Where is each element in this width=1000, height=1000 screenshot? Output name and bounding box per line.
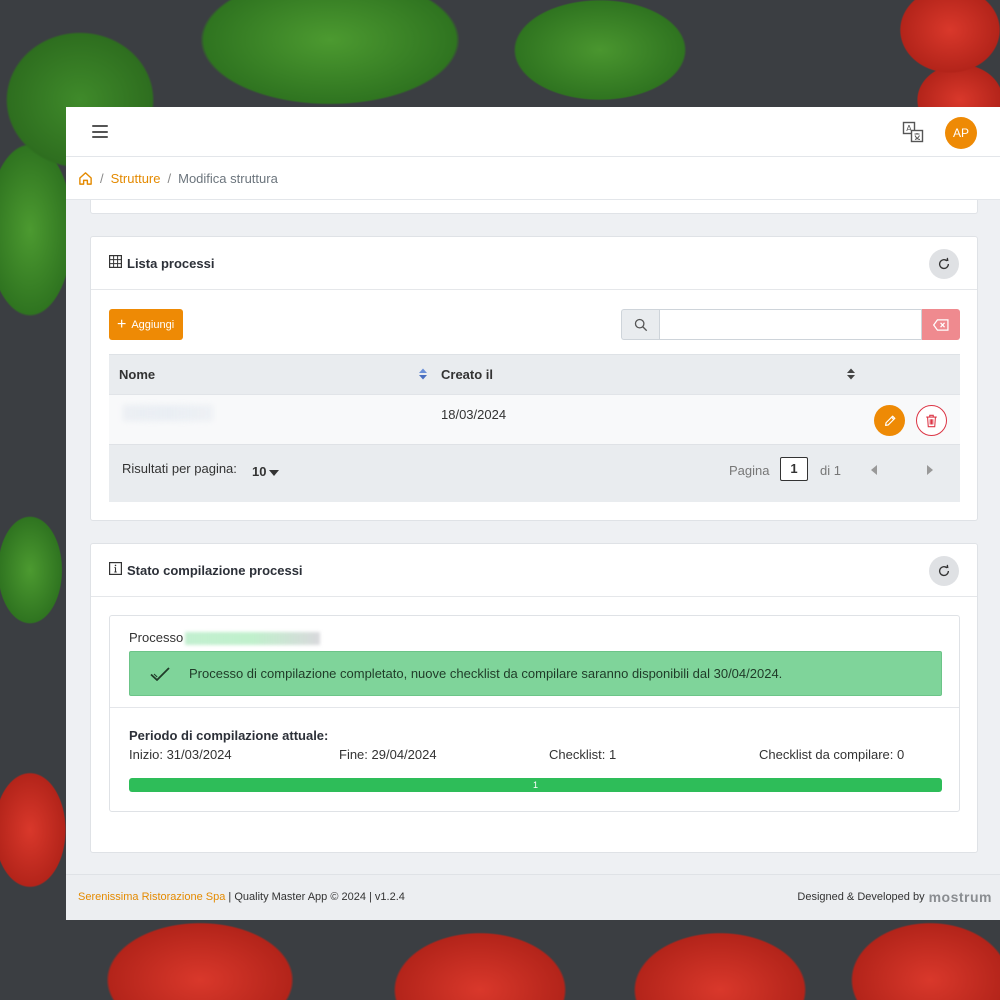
table-header: Nome Creato il — [109, 354, 960, 394]
total-pages-label: di 1 — [820, 463, 841, 478]
add-process-button[interactable]: + Aggiungi — [109, 309, 184, 340]
period-title: Periodo di compilazione attuale: — [129, 728, 329, 743]
status-card: Stato compilazione processi Processo Pro… — [90, 543, 978, 853]
search-group — [621, 309, 960, 340]
checklist-pending-count: Checklist da compilare: 0 — [759, 747, 905, 762]
clear-search-button[interactable] — [922, 309, 960, 340]
column-header-creato-il[interactable]: Creato il — [441, 367, 493, 382]
processo-label: Processo — [129, 630, 184, 645]
per-page-label: Risultati per pagina: — [122, 461, 237, 476]
add-process-label: Aggiungi — [131, 318, 175, 331]
alert-message: Processo di compilazione completato, nuo… — [189, 666, 783, 681]
page-label: Pagina — [729, 463, 770, 478]
search-icon — [621, 309, 659, 340]
success-alert: Processo di compilazione completato, nuo… — [129, 651, 942, 696]
redacted-process-name — [185, 632, 320, 645]
previous-page-icon[interactable] — [871, 465, 877, 475]
plus-icon: + — [117, 315, 127, 333]
refresh-icon — [938, 564, 950, 577]
search-input[interactable] — [659, 309, 922, 340]
progress-bar: 1 — [129, 778, 942, 792]
processes-card-title: Lista processi — [127, 255, 215, 271]
footer-credits: Designed & Developed by mostrum — [797, 889, 992, 905]
svg-text:A: A — [906, 124, 912, 133]
processes-refresh-button[interactable] — [929, 249, 959, 279]
check-icon — [150, 666, 170, 681]
delete-button[interactable] — [916, 405, 947, 436]
breadcrumb-strutture-link[interactable]: Strutture — [111, 171, 161, 186]
period-end: Fine: 29/04/2024 — [339, 747, 437, 762]
row-created-date: 18/03/2024 — [441, 407, 507, 422]
app-window: A AP / Strutture / Modifica struttura Li — [66, 107, 1000, 920]
backspace-icon — [933, 318, 949, 331]
edit-button[interactable] — [874, 405, 905, 436]
status-refresh-button[interactable] — [929, 556, 959, 586]
current-page-input[interactable]: 1 — [780, 457, 808, 481]
hamburger-menu-icon[interactable] — [92, 125, 108, 138]
processes-card: Lista processi + Aggiungi Nome Creato il… — [90, 236, 978, 521]
process-status-panel: Processo Processo di compilazione comple… — [109, 615, 960, 812]
info-square-icon — [109, 562, 123, 578]
column-header-nome[interactable]: Nome — [119, 367, 155, 382]
footer-designed-by: Designed & Developed by — [797, 891, 925, 903]
pagination-bar: Risultati per pagina: 10 Pagina 1 di 1 — [109, 444, 960, 502]
sort-icon[interactable] — [418, 367, 428, 381]
footer: Serenissima Ristorazione Spa | Quality M… — [66, 874, 1000, 920]
sort-icon[interactable] — [846, 367, 856, 381]
breadcrumb-current: Modifica struttura — [178, 170, 278, 186]
table-grid-icon — [109, 255, 123, 271]
divider — [110, 707, 959, 708]
caret-down-icon — [269, 469, 280, 476]
trash-icon — [926, 414, 937, 427]
top-navbar: A AP — [66, 107, 1000, 157]
status-card-title: Stato compilazione processi — [127, 562, 303, 578]
home-icon[interactable] — [78, 171, 93, 186]
footer-company-link[interactable]: Serenissima Ristorazione Spa — [78, 891, 225, 903]
redacted-process-name — [123, 405, 213, 421]
progress-track: 1 — [129, 778, 942, 792]
previous-card-bottom — [90, 200, 978, 214]
breadcrumb-separator: / — [167, 170, 172, 186]
processes-card-header: Lista processi — [91, 237, 977, 290]
status-card-header: Stato compilazione processi — [91, 544, 977, 597]
breadcrumb-separator: / — [100, 170, 104, 186]
mostrum-logo[interactable]: mostrum — [929, 889, 992, 905]
processes-table: Nome Creato il 18/03/2024 Risultati per … — [109, 354, 960, 502]
edit-icon — [884, 415, 895, 426]
period-start: Inizio: 31/03/2024 — [129, 747, 232, 762]
table-row[interactable]: 18/03/2024 — [109, 394, 960, 444]
footer-app-info: | Quality Master App © 2024 | v1.2.4 — [225, 891, 405, 903]
per-page-select[interactable]: 10 — [252, 464, 280, 479]
breadcrumb: / Strutture / Modifica struttura — [66, 157, 1000, 200]
refresh-icon — [938, 257, 950, 270]
checklist-count: Checklist: 1 — [549, 747, 617, 762]
per-page-value: 10 — [252, 464, 267, 479]
translate-icon[interactable]: A — [902, 121, 924, 143]
next-page-icon[interactable] — [927, 465, 933, 475]
footer-info: Serenissima Ristorazione Spa | Quality M… — [78, 891, 405, 903]
user-avatar[interactable]: AP — [945, 117, 977, 149]
